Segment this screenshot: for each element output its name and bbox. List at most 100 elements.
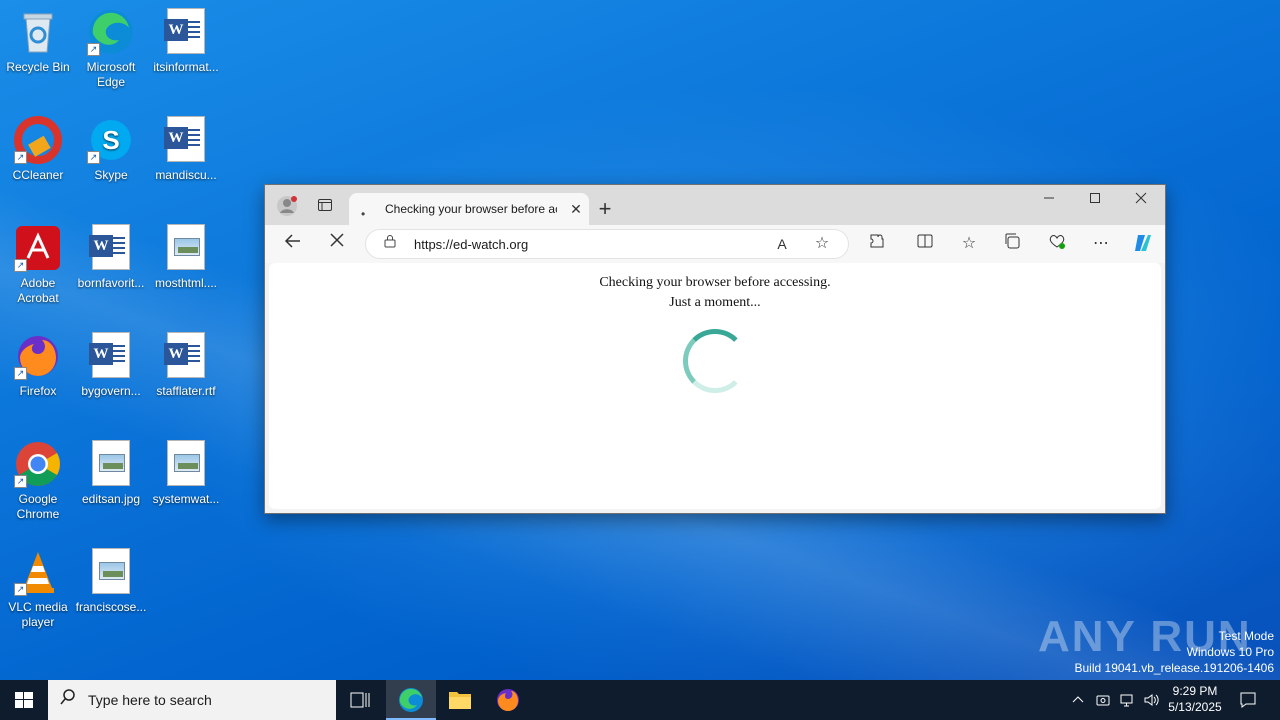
desktop-icon-skype[interactable]: S ↗ Skype [73,116,149,183]
challenge-subtitle: Just a moment... [669,295,761,310]
minimize-icon[interactable] [1037,188,1061,212]
desktop-icon-label: stafflater.rtf [156,384,216,398]
windows-edition-text: Windows 10 Pro [1186,645,1274,659]
favorite-star-icon[interactable]: ☆ [810,232,834,256]
maximize-icon[interactable] [1083,188,1107,212]
desktop-icon-bornfavorit[interactable]: W bornfavorit... [73,224,149,291]
word-document-icon: W [162,8,210,56]
split-screen-icon[interactable] [913,232,937,256]
desktop-icon-itsinformat[interactable]: W itsinformat... [148,8,224,75]
edge-browser-window: • Checking your browser before accessing… [264,184,1166,514]
word-document-icon: W [162,116,210,164]
search-placeholder: Type here to search [88,692,212,708]
shortcut-arrow-icon: ↗ [14,583,27,596]
desktop-icon-adobe-acrobat[interactable]: ↗ Adobe Acrobat [0,224,76,306]
loading-favicon-icon: • [361,207,366,221]
url-text: https://ed-watch.org [414,237,529,252]
desktop-icon-editsan[interactable]: editsan.jpg [73,440,149,507]
network-icon[interactable] [1119,692,1135,720]
desktop-icon-google-chrome[interactable]: ↗ Google Chrome [0,440,76,522]
desktop-icon-label: systemwat... [152,492,220,506]
challenge-title: Checking your browser before accessing. [599,275,831,290]
stop-loading-icon[interactable] [325,232,349,256]
desktop-icon-mandiscu[interactable]: W mandiscu... [148,116,224,183]
tab-title: Checking your browser before accessing [385,202,557,216]
svg-text:S: S [102,125,119,155]
ccleaner-icon: ↗ [14,116,62,164]
desktop-icon-recycle-bin[interactable]: Recycle Bin [0,8,76,75]
profile-avatar-icon[interactable] [275,195,299,219]
vlc-icon: ↗ [14,548,62,596]
desktop-icon-label: Recycle Bin [6,60,70,74]
desktop-icon-label: VLC media player [8,600,68,629]
task-view-button[interactable] [336,680,384,720]
taskbar-search-box[interactable]: Type here to search [48,680,336,720]
taskbar: Type here to search 9:29 PM 5/13/2025 [0,680,1280,720]
collections-icon[interactable] [1001,232,1025,256]
image-file-icon [87,548,135,596]
image-file-icon [162,440,210,488]
clock-time: 9:29 PM [1172,684,1218,698]
word-document-icon: W [162,332,210,380]
start-button[interactable] [0,680,48,720]
skype-icon: S ↗ [87,116,135,164]
desktop-icon-stafflater[interactable]: W stafflater.rtf [148,332,224,399]
more-options-icon[interactable]: ⋯ [1089,232,1113,256]
edge-icon [399,688,423,712]
tray-chevron-icon[interactable] [1070,692,1086,720]
tab-close-icon[interactable]: ✕ [567,200,585,218]
desktop-icon-label: Google Chrome [16,492,60,521]
favorites-icon[interactable]: ☆ [957,232,981,256]
system-watermark: Test Mode Windows 10 Pro Build 19041.vb_… [1075,628,1275,676]
word-document-icon: W [87,332,135,380]
meet-now-icon[interactable] [1095,692,1111,720]
close-window-icon[interactable] [1129,188,1153,212]
new-tab-icon[interactable]: + [593,197,617,221]
shortcut-arrow-icon: ↗ [87,43,100,56]
desktop-icon-bygovern[interactable]: W bygovern... [73,332,149,399]
taskbar-file-explorer-button[interactable] [436,680,484,720]
loading-spinner-icon [683,329,747,393]
image-file-icon [162,224,210,272]
taskbar-clock[interactable]: 9:29 PM 5/13/2025 [1160,683,1230,715]
test-mode-text: Test Mode [1218,629,1274,643]
lock-icon[interactable] [378,232,402,256]
build-text: Build 19041.vb_release.191206-1406 [1074,661,1275,675]
desktop-icon-vlc[interactable]: ↗ VLC media player [0,548,76,630]
browser-essentials-icon[interactable] [1045,232,1069,256]
back-arrow-icon[interactable] [281,232,305,256]
tab-actions-icon[interactable] [313,197,337,221]
address-bar[interactable]: https://ed-watch.org A ☆ [365,229,849,259]
desktop-icon-firefox[interactable]: ↗ Firefox [0,332,76,399]
page-content: Checking your browser before accessing. … [269,263,1161,509]
clock-date: 5/13/2025 [1168,700,1222,714]
desktop-icon-label: editsan.jpg [81,492,141,506]
action-center-icon[interactable] [1238,690,1258,720]
desktop-icon-label: franciscose... [75,600,147,614]
desktop-icon-label: Microsoft Edge [86,60,136,89]
folder-icon [449,692,471,709]
desktop-icon-label: Skype [94,168,128,182]
extensions-icon[interactable] [865,232,889,256]
acrobat-icon: ↗ [14,224,62,272]
desktop-icon-label: mandiscu... [155,168,217,182]
desktop-icon-mosthtml[interactable]: mosthtml.... [148,224,224,291]
taskbar-edge-button[interactable] [386,680,436,720]
desktop-icon-label: mosthtml.... [154,276,217,290]
desktop-icon-label: Firefox [19,384,57,398]
firefox-icon [497,689,519,711]
search-icon [56,688,80,712]
shortcut-arrow-icon: ↗ [14,259,27,272]
desktop-icon-systemwat[interactable]: systemwat... [148,440,224,507]
chrome-icon: ↗ [14,440,62,488]
desktop-icon-label: Adobe Acrobat [17,276,59,305]
desktop-icon-microsoft-edge[interactable]: ↗ Microsoft Edge [73,8,149,90]
desktop-icon-franciscose[interactable]: franciscose... [73,548,149,615]
volume-icon[interactable] [1143,692,1159,720]
read-aloud-icon[interactable]: A [770,232,794,256]
firefox-icon: ↗ [14,332,62,380]
tab-active[interactable]: • Checking your browser before accessing… [349,193,589,225]
copilot-icon[interactable] [1131,232,1155,256]
desktop-icon-ccleaner[interactable]: ↗ CCleaner [0,116,76,183]
taskbar-firefox-button[interactable] [484,680,532,720]
